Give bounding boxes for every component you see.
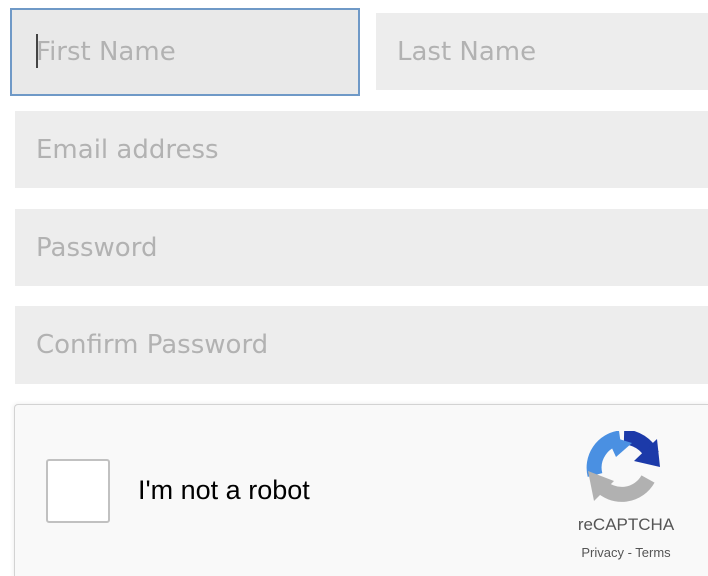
first-name-input[interactable] [10, 8, 360, 96]
links-separator: - [623, 545, 636, 560]
text-cursor [36, 34, 38, 68]
recaptcha-brand-label: reCAPTCHA [577, 515, 675, 534]
recaptcha-logo-icon [586, 431, 660, 502]
email-input[interactable] [15, 111, 708, 188]
recaptcha-checkbox[interactable] [46, 459, 110, 523]
terms-link[interactable]: Terms [635, 545, 670, 560]
recaptcha-widget: I'm not a robot reCAPTCHA Privacy - Term… [14, 404, 708, 576]
recaptcha-label: I'm not a robot [138, 475, 310, 505]
privacy-link[interactable]: Privacy [581, 545, 624, 560]
password-input[interactable] [15, 209, 708, 286]
recaptcha-links: Privacy - Terms [556, 545, 696, 560]
last-name-input[interactable] [376, 13, 708, 90]
confirm-password-input[interactable] [15, 306, 708, 384]
